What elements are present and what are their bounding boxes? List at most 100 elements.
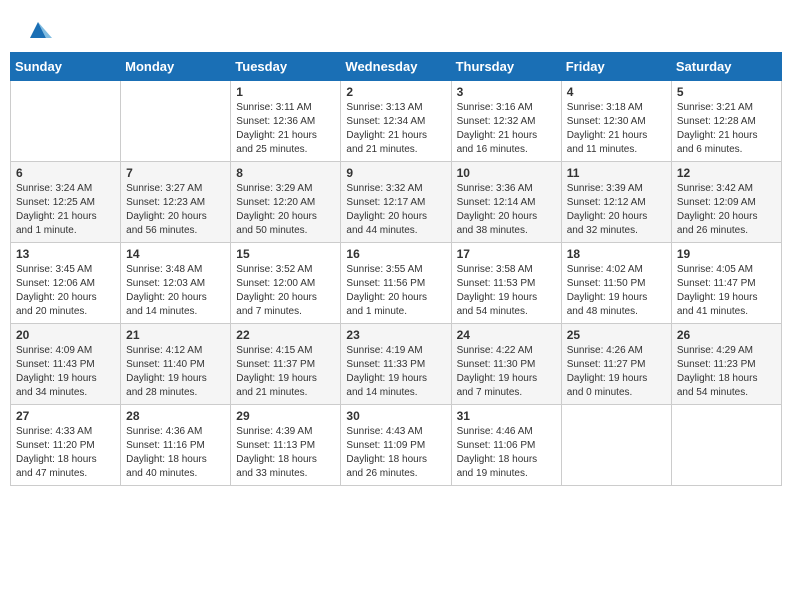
day-number: 19	[677, 247, 776, 261]
calendar-cell: 21 Sunrise: 4:12 AMSunset: 11:40 PMDaylig…	[121, 324, 231, 405]
day-info: Sunrise: 4:29 AMSunset: 11:23 PMDaylight…	[677, 344, 776, 400]
calendar-cell: 31 Sunrise: 4:46 AMSunset: 11:06 PMDaylig…	[451, 405, 561, 486]
day-info: Sunrise: 3:29 AMSunset: 12:20 AMDaylight…	[236, 182, 335, 238]
day-info: Sunrise: 4:02 AMSunset: 11:50 PMDaylight…	[567, 263, 666, 319]
calendar-cell: 1 Sunrise: 3:11 AMSunset: 12:36 AMDayligh…	[231, 81, 341, 162]
day-number: 1	[236, 85, 335, 99]
day-number: 10	[457, 166, 556, 180]
day-number: 14	[126, 247, 225, 261]
weekday-header-sunday: Sunday	[11, 53, 121, 81]
calendar-cell: 23Sunrise: 4:19 AMSunset: 11:33 PMDaylig…	[341, 324, 451, 405]
calendar-cell: 15Sunrise: 3:52 AMSunset: 12:00 AMDaylig…	[231, 243, 341, 324]
weekday-header-tuesday: Tuesday	[231, 53, 341, 81]
day-info: Sunrise: 4:05 AMSunset: 11:47 PMDaylight…	[677, 263, 776, 319]
week-row-2: 13 Sunrise: 3:45 AMSunset: 12:06 AMDaylig…	[11, 243, 782, 324]
header	[0, 0, 792, 52]
page: SundayMondayTuesdayWednesdayThursdayFrid…	[0, 0, 792, 612]
week-row-1: 6Sunrise: 3:24 AMSunset: 12:25 AMDayligh…	[11, 162, 782, 243]
calendar-cell	[561, 405, 671, 486]
calendar-cell: 28 Sunrise: 4:36 AMSunset: 11:16 PMDaylig…	[121, 405, 231, 486]
day-info: Sunrise: 4:46 AMSunset: 11:06 PMDaylight…	[457, 425, 556, 481]
day-info: Sunrise: 4:26 AMSunset: 11:27 PMDaylight…	[567, 344, 666, 400]
weekday-header-thursday: Thursday	[451, 53, 561, 81]
calendar-cell: 8 Sunrise: 3:29 AMSunset: 12:20 AMDayligh…	[231, 162, 341, 243]
day-info: Sunrise: 3:13 AMSunset: 12:34 AMDaylight…	[346, 101, 445, 157]
day-info: Sunrise: 3:24 AMSunset: 12:25 AMDaylight…	[16, 182, 115, 238]
day-number: 9	[346, 166, 445, 180]
calendar-cell: 4 Sunrise: 3:18 AMSunset: 12:30 AMDayligh…	[561, 81, 671, 162]
day-info: Sunrise: 3:36 AMSunset: 12:14 AMDaylight…	[457, 182, 556, 238]
calendar-cell: 10 Sunrise: 3:36 AMSunset: 12:14 AMDaylig…	[451, 162, 561, 243]
day-number: 24	[457, 328, 556, 342]
day-number: 29	[236, 409, 335, 423]
day-number: 2	[346, 85, 445, 99]
day-info: Sunrise: 3:48 AMSunset: 12:03 AMDaylight…	[126, 263, 225, 319]
day-number: 28	[126, 409, 225, 423]
day-info: Sunrise: 3:58 AMSunset: 11:53 PMDaylight…	[457, 263, 556, 319]
calendar-cell: 19 Sunrise: 4:05 AMSunset: 11:47 PMDaylig…	[671, 243, 781, 324]
day-info: Sunrise: 4:12 AMSunset: 11:40 PMDaylight…	[126, 344, 225, 400]
day-info: Sunrise: 3:21 AMSunset: 12:28 AMDaylight…	[677, 101, 776, 157]
weekday-row: SundayMondayTuesdayWednesdayThursdayFrid…	[11, 53, 782, 81]
calendar-body: 1 Sunrise: 3:11 AMSunset: 12:36 AMDayligh…	[11, 81, 782, 486]
day-number: 4	[567, 85, 666, 99]
day-info: Sunrise: 3:18 AMSunset: 12:30 AMDaylight…	[567, 101, 666, 157]
calendar-cell: 27 Sunrise: 4:33 AMSunset: 11:20 PMDaylig…	[11, 405, 121, 486]
weekday-header-wednesday: Wednesday	[341, 53, 451, 81]
calendar-cell: 18Sunrise: 4:02 AMSunset: 11:50 PMDaylig…	[561, 243, 671, 324]
calendar-cell: 17 Sunrise: 3:58 AMSunset: 11:53 PMDaylig…	[451, 243, 561, 324]
calendar-cell: 24 Sunrise: 4:22 AMSunset: 11:30 PMDaylig…	[451, 324, 561, 405]
day-info: Sunrise: 3:27 AMSunset: 12:23 AMDaylight…	[126, 182, 225, 238]
calendar-cell: 29 Sunrise: 4:39 AMSunset: 11:13 PMDaylig…	[231, 405, 341, 486]
calendar-cell: 9 Sunrise: 3:32 AMSunset: 12:17 AMDayligh…	[341, 162, 451, 243]
day-info: Sunrise: 4:39 AMSunset: 11:13 PMDaylight…	[236, 425, 335, 481]
week-row-4: 27 Sunrise: 4:33 AMSunset: 11:20 PMDaylig…	[11, 405, 782, 486]
day-info: Sunrise: 3:11 AMSunset: 12:36 AMDaylight…	[236, 101, 335, 157]
day-info: Sunrise: 3:45 AMSunset: 12:06 AMDaylight…	[16, 263, 115, 319]
day-info: Sunrise: 4:36 AMSunset: 11:16 PMDaylight…	[126, 425, 225, 481]
day-number: 8	[236, 166, 335, 180]
weekday-header-friday: Friday	[561, 53, 671, 81]
calendar-cell: 5 Sunrise: 3:21 AMSunset: 12:28 AMDayligh…	[671, 81, 781, 162]
day-info: Sunrise: 3:32 AMSunset: 12:17 AMDaylight…	[346, 182, 445, 238]
day-info: Sunrise: 3:55 AMSunset: 11:56 PMDaylight…	[346, 263, 445, 319]
calendar-cell	[11, 81, 121, 162]
weekday-header-saturday: Saturday	[671, 53, 781, 81]
week-row-0: 1 Sunrise: 3:11 AMSunset: 12:36 AMDayligh…	[11, 81, 782, 162]
day-number: 7	[126, 166, 225, 180]
day-info: Sunrise: 3:16 AMSunset: 12:32 AMDaylight…	[457, 101, 556, 157]
calendar-table: SundayMondayTuesdayWednesdayThursdayFrid…	[10, 52, 782, 486]
logo	[20, 16, 52, 44]
day-number: 22	[236, 328, 335, 342]
calendar-cell: 11Sunrise: 3:39 AMSunset: 12:12 AMDaylig…	[561, 162, 671, 243]
calendar-cell	[671, 405, 781, 486]
day-number: 26	[677, 328, 776, 342]
day-info: Sunrise: 3:42 AMSunset: 12:09 AMDaylight…	[677, 182, 776, 238]
day-number: 16	[346, 247, 445, 261]
day-number: 27	[16, 409, 115, 423]
calendar-cell: 22Sunrise: 4:15 AMSunset: 11:37 PMDaylig…	[231, 324, 341, 405]
calendar-cell: 16 Sunrise: 3:55 AMSunset: 11:56 PMDaylig…	[341, 243, 451, 324]
day-number: 17	[457, 247, 556, 261]
day-number: 3	[457, 85, 556, 99]
calendar-cell: 13 Sunrise: 3:45 AMSunset: 12:06 AMDaylig…	[11, 243, 121, 324]
day-number: 31	[457, 409, 556, 423]
day-number: 13	[16, 247, 115, 261]
calendar-cell: 2 Sunrise: 3:13 AMSunset: 12:34 AMDayligh…	[341, 81, 451, 162]
calendar-cell: 20Sunrise: 4:09 AMSunset: 11:43 PMDaylig…	[11, 324, 121, 405]
day-number: 21	[126, 328, 225, 342]
day-info: Sunrise: 4:43 AMSunset: 11:09 PMDaylight…	[346, 425, 445, 481]
day-info: Sunrise: 4:33 AMSunset: 11:20 PMDaylight…	[16, 425, 115, 481]
day-number: 12	[677, 166, 776, 180]
day-info: Sunrise: 4:22 AMSunset: 11:30 PMDaylight…	[457, 344, 556, 400]
day-info: Sunrise: 4:09 AMSunset: 11:43 PMDaylight…	[16, 344, 115, 400]
day-number: 15	[236, 247, 335, 261]
calendar-cell: 6Sunrise: 3:24 AMSunset: 12:25 AMDayligh…	[11, 162, 121, 243]
day-number: 23	[346, 328, 445, 342]
day-number: 25	[567, 328, 666, 342]
day-number: 5	[677, 85, 776, 99]
calendar-cell: 30Sunrise: 4:43 AMSunset: 11:09 PMDaylig…	[341, 405, 451, 486]
calendar-cell: 3 Sunrise: 3:16 AMSunset: 12:32 AMDayligh…	[451, 81, 561, 162]
calendar-cell: 12 Sunrise: 3:42 AMSunset: 12:09 AMDaylig…	[671, 162, 781, 243]
calendar-cell: 14 Sunrise: 3:48 AMSunset: 12:03 AMDaylig…	[121, 243, 231, 324]
